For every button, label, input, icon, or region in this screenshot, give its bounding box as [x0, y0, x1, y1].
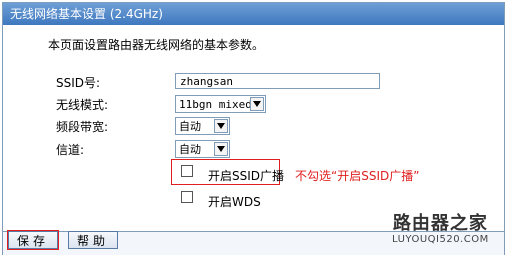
chevron-down-icon[interactable] [214, 119, 228, 133]
save-button[interactable]: 保存 [7, 230, 59, 250]
chevron-down-icon[interactable] [250, 97, 264, 111]
ssid-input[interactable]: zhangsan [175, 73, 380, 89]
bandwidth-select[interactable]: 自动 [175, 117, 230, 135]
ssid-broadcast-label: 开启SSID广播 [208, 169, 285, 183]
watermark-url: LUYOUQI520.COM [392, 234, 489, 245]
panel-title: 无线网络基本设置 (2.4GHz) [10, 7, 163, 21]
watermark-title: 路由器之家 [392, 213, 488, 234]
panel-title-bar: 无线网络基本设置 (2.4GHz) [3, 3, 504, 25]
wds-checkbox[interactable] [181, 191, 193, 203]
ssid-broadcast-checkbox[interactable] [181, 165, 193, 177]
chevron-down-icon[interactable] [214, 142, 228, 156]
ssid-label: SSID号: [56, 76, 101, 90]
wireless-mode-label: 无线模式: [56, 98, 109, 112]
intro-text: 本页面设置路由器无线网络的基本参数。 [48, 38, 265, 52]
wireless-mode-value: 11bgn mixed [179, 97, 252, 111]
help-button[interactable]: 帮助 [68, 231, 118, 249]
wireless-mode-select[interactable]: 11bgn mixed [175, 95, 266, 113]
watermark-logo: 路由器之家 LUYOUQI520.COM [392, 213, 489, 246]
wds-label: 开启WDS [208, 195, 261, 209]
channel-label: 信道: [56, 143, 85, 157]
channel-value: 自动 [179, 143, 201, 156]
channel-select[interactable]: 自动 [175, 140, 230, 158]
annotation-note: 不勾选“开启SSID广播” [295, 169, 420, 183]
bandwidth-value: 自动 [179, 120, 201, 133]
bandwidth-label: 频段带宽: [56, 120, 109, 134]
